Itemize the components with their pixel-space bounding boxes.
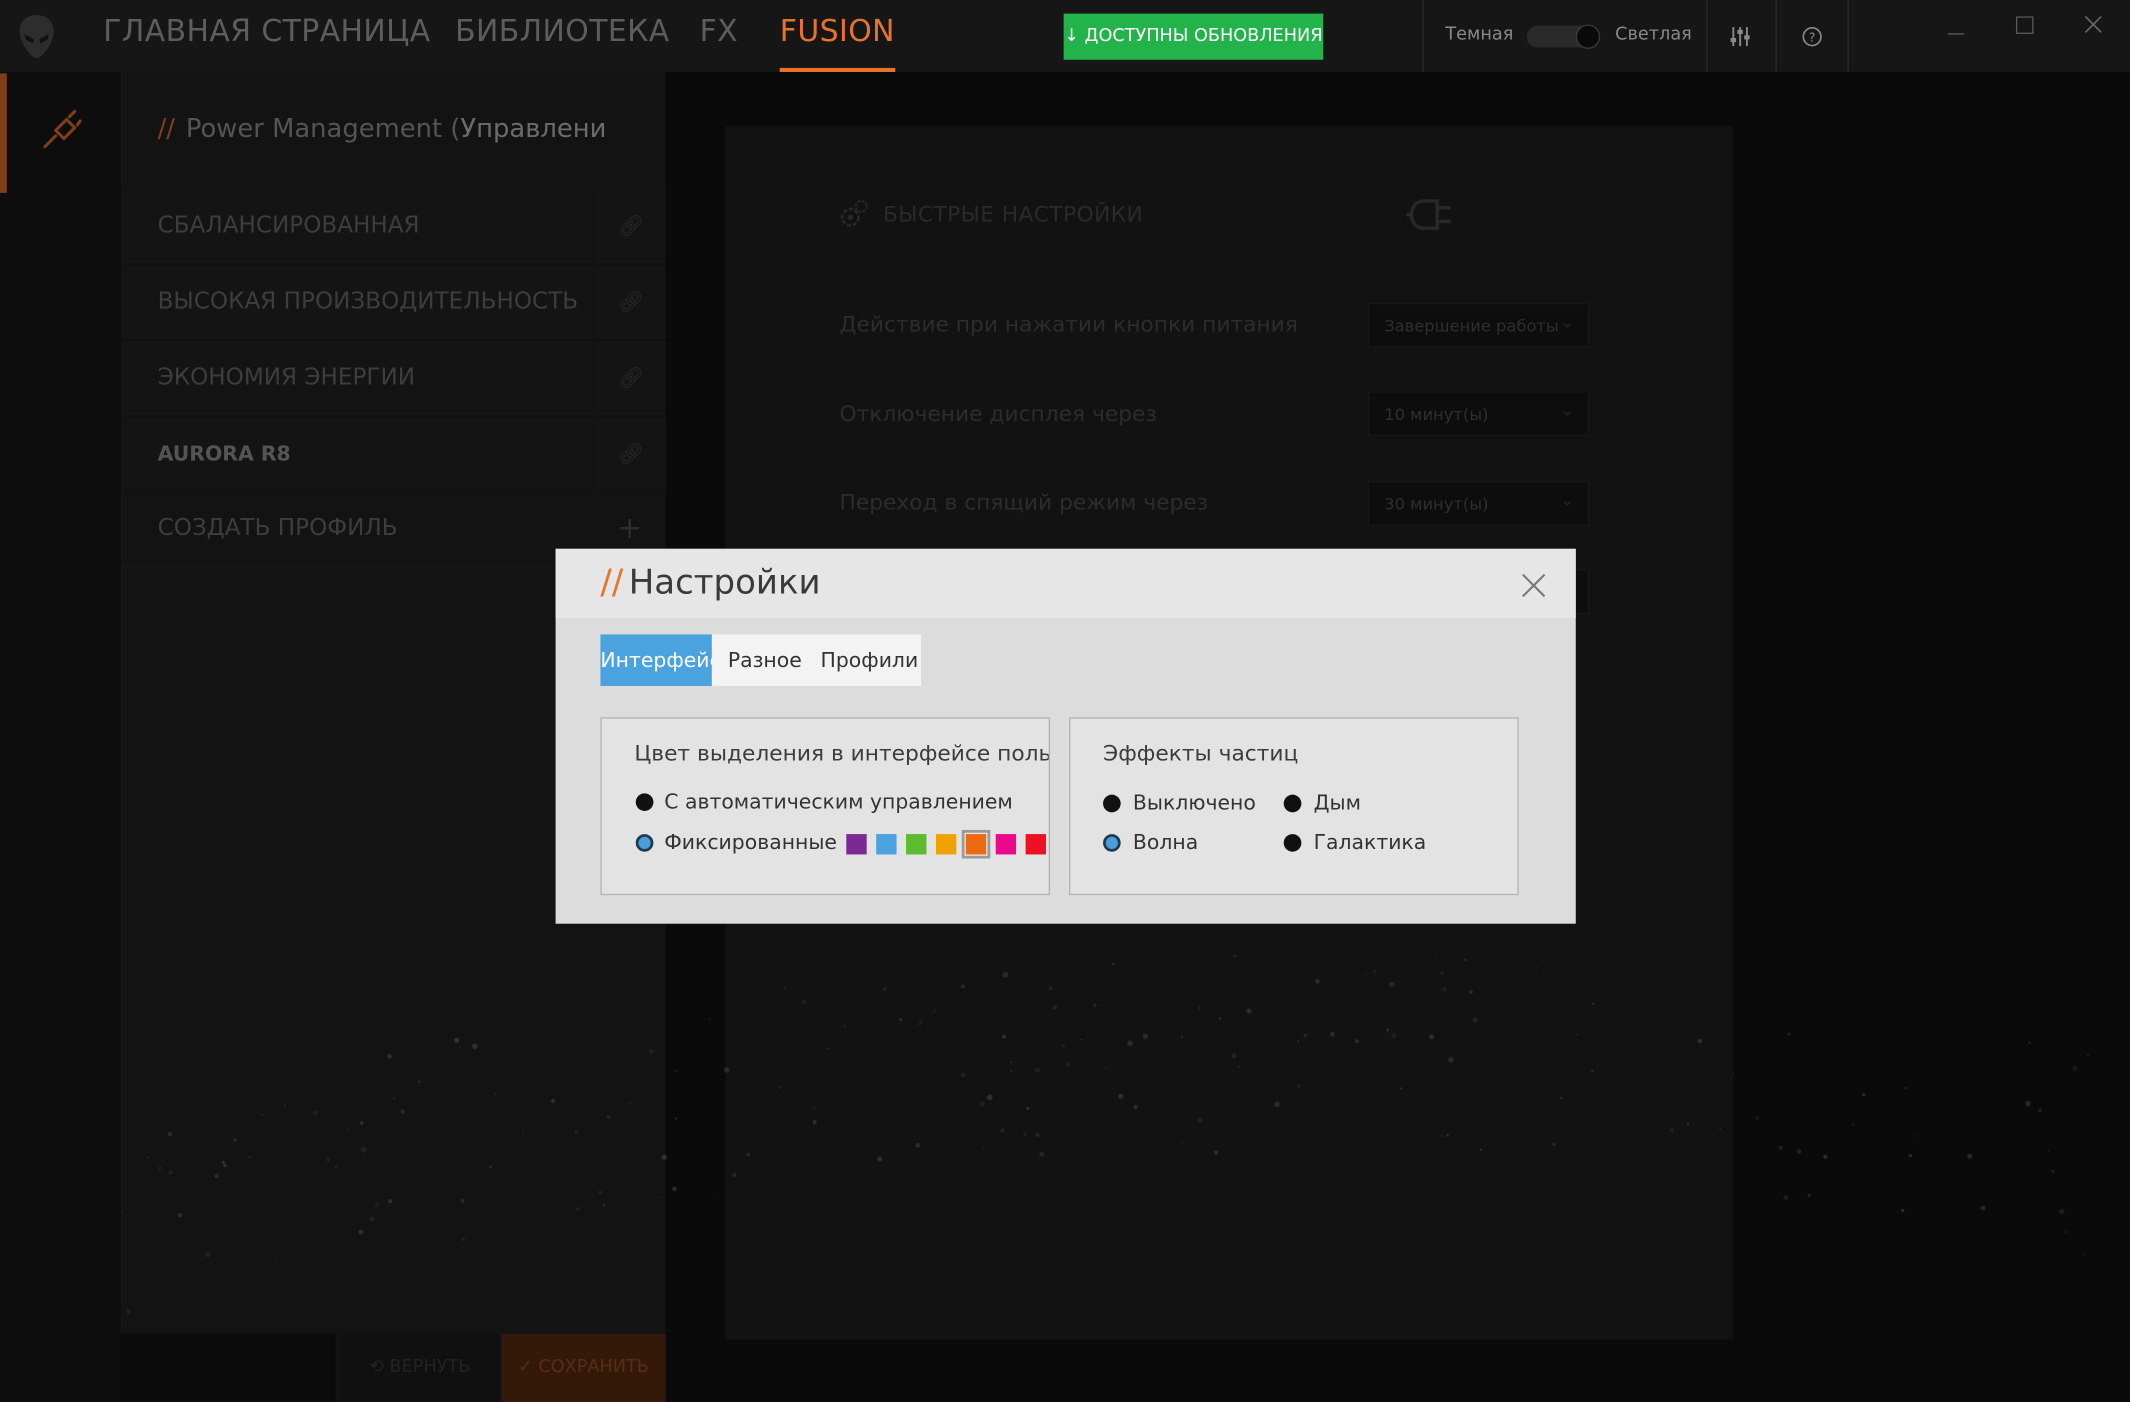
off-label: Выключено (1132, 790, 1256, 816)
radio-auto[interactable] (635, 793, 654, 811)
divider (1775, 0, 1777, 72)
particle-effects-group: Эффекты частиц Выключено Дым Волна Галак… (1069, 717, 1519, 896)
swatch-blue[interactable] (876, 834, 897, 855)
divider (1847, 0, 1849, 72)
swatch-green[interactable] (906, 834, 927, 855)
galaxy-label: Галактика (1313, 829, 1427, 855)
swatch-red[interactable] (1025, 834, 1046, 855)
wave-label: Волна (1132, 829, 1199, 855)
sliders-icon[interactable] (1729, 26, 1751, 48)
tab-fx[interactable]: FX (700, 15, 738, 58)
svg-text:?: ? (1809, 30, 1815, 44)
radio-off[interactable] (1103, 794, 1121, 813)
dialog-tabs: Интерфейс Разное Профили (600, 634, 922, 687)
minimize-icon[interactable] (1947, 24, 1966, 43)
tab-profiles[interactable]: Профили (818, 634, 921, 686)
close-icon[interactable] (1517, 569, 1550, 602)
close-icon[interactable] (2085, 16, 2102, 33)
smoke-label: Дым (1313, 790, 1361, 816)
theme-toggle[interactable] (1526, 24, 1601, 49)
theme-light-label: Светлая (1615, 24, 1692, 45)
theme-dark-label: Темная (1445, 24, 1514, 45)
settings-dialog: //Настройки Интерфейс Разное Профили Цве… (555, 548, 1576, 924)
app-window: ГЛАВНАЯ СТРАНИЦА БИБЛИОТЕКА FX FUSION ↓ … (0, 0, 2130, 1402)
swatch-pink[interactable] (995, 834, 1017, 855)
auto-label: С автоматическим управлением (664, 789, 1013, 814)
radio-smoke[interactable] (1283, 794, 1302, 813)
updates-available-button[interactable]: ↓ ДОСТУПНЫ ОБНОВЛЕНИЯ (1063, 13, 1324, 60)
tab-fusion[interactable]: FUSION (779, 15, 895, 72)
divider (1706, 0, 1708, 72)
divider (1422, 0, 1424, 72)
tab-home[interactable]: ГЛАВНАЯ СТРАНИЦА (103, 15, 430, 58)
swatch-purple[interactable] (846, 834, 867, 855)
dialog-title-text: Настройки (628, 562, 821, 602)
dialog-title: //Настройки (600, 562, 820, 601)
tab-interface[interactable]: Интерфейс (600, 634, 712, 687)
tab-misc[interactable]: Разное (716, 634, 814, 686)
highlight-color-title: Цвет выделения в интерфейсе пользо (634, 740, 1051, 767)
maximize-icon[interactable] (2015, 16, 2034, 34)
fixed-label: Фиксированные (664, 829, 837, 855)
title-slashes: // (600, 562, 624, 602)
particle-effects-title: Эффекты частиц (1103, 740, 1299, 767)
alien-logo-icon[interactable] (16, 14, 57, 60)
swatch-orange[interactable] (961, 829, 991, 859)
radio-fixed[interactable] (635, 834, 654, 852)
radio-wave[interactable] (1103, 834, 1121, 852)
radio-galaxy[interactable] (1283, 834, 1302, 852)
swatch-amber[interactable] (935, 834, 957, 855)
top-bar: ГЛАВНАЯ СТРАНИЦА БИБЛИОТЕКА FX FUSION ↓ … (0, 0, 2130, 72)
help-icon[interactable]: ? (1801, 26, 1823, 48)
highlight-color-group: Цвет выделения в интерфейсе пользо С авт… (600, 717, 1051, 896)
tab-library[interactable]: БИБЛИОТЕКА (455, 15, 670, 58)
